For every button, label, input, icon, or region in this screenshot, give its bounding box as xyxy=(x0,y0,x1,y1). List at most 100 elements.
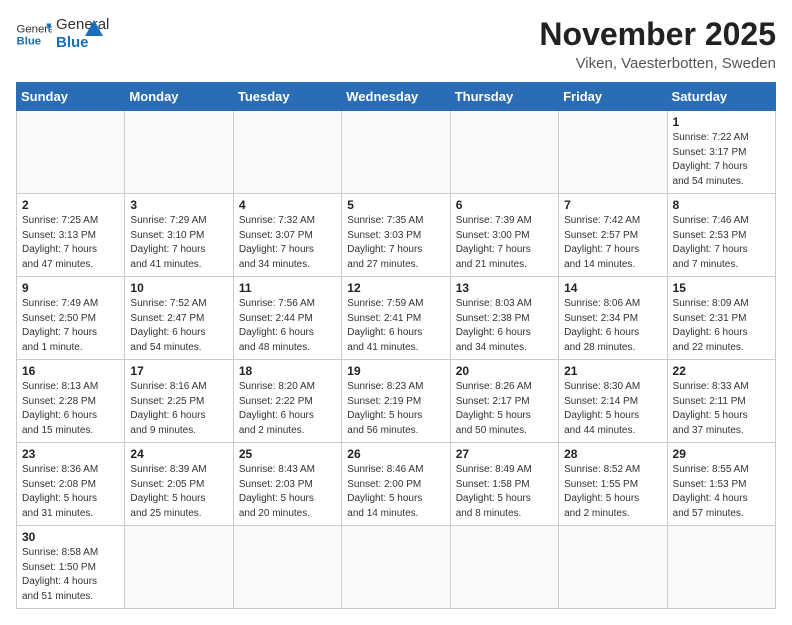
calendar-cell xyxy=(559,111,667,194)
day-number: 7 xyxy=(564,198,661,212)
calendar-subtitle: Viken, Vaesterbotten, Sweden xyxy=(539,55,776,72)
weekday-header-row: SundayMondayTuesdayWednesdayThursdayFrid… xyxy=(17,83,776,111)
day-info: Sunrise: 7:42 AM Sunset: 2:57 PM Dayligh… xyxy=(564,214,661,272)
calendar-cell xyxy=(559,526,667,609)
day-info: Sunrise: 7:32 AM Sunset: 3:07 PM Dayligh… xyxy=(239,214,336,272)
day-info: Sunrise: 8:20 AM Sunset: 2:22 PM Dayligh… xyxy=(239,380,336,438)
day-info: Sunrise: 8:06 AM Sunset: 2:34 PM Dayligh… xyxy=(564,297,661,355)
calendar-cell: 12 Sunrise: 7:59 AM Sunset: 2:41 PM Dayli… xyxy=(342,277,450,360)
day-number: 3 xyxy=(130,198,227,212)
day-number: 24 xyxy=(130,447,227,461)
day-number: 1 xyxy=(673,115,770,129)
day-info: Sunrise: 8:23 AM Sunset: 2:19 PM Dayligh… xyxy=(347,380,444,438)
day-number: 18 xyxy=(239,364,336,378)
calendar-cell: 15Sunrise: 8:09 AM Sunset: 2:31 PM Dayli… xyxy=(667,277,775,360)
calendar-cell: 30Sunrise: 8:58 AM Sunset: 1:50 PM Dayli… xyxy=(17,526,125,609)
calendar-cell: 2 Sunrise: 7:25 AM Sunset: 3:13 PM Daylig… xyxy=(17,194,125,277)
week-row-2: 2 Sunrise: 7:25 AM Sunset: 3:13 PM Daylig… xyxy=(17,194,776,277)
day-number: 9 xyxy=(22,281,119,295)
day-info: Sunrise: 8:26 AM Sunset: 2:17 PM Dayligh… xyxy=(456,380,553,438)
day-number: 26 xyxy=(347,447,444,461)
day-info: Sunrise: 7:56 AM Sunset: 2:44 PM Dayligh… xyxy=(239,297,336,355)
day-number: 10 xyxy=(130,281,227,295)
day-number: 14 xyxy=(564,281,661,295)
calendar-cell: 20Sunrise: 8:26 AM Sunset: 2:17 PM Dayli… xyxy=(450,360,558,443)
calendar-cell: 14 Sunrise: 8:06 AM Sunset: 2:34 PM Dayli… xyxy=(559,277,667,360)
calendar-cell: 8Sunrise: 7:46 AM Sunset: 2:53 PM Daylig… xyxy=(667,194,775,277)
calendar-cell: 7 Sunrise: 7:42 AM Sunset: 2:57 PM Daylig… xyxy=(559,194,667,277)
day-info: Sunrise: 8:46 AM Sunset: 2:00 PM Dayligh… xyxy=(347,463,444,521)
weekday-header-saturday: Saturday xyxy=(667,83,775,111)
day-info: Sunrise: 8:33 AM Sunset: 2:11 PM Dayligh… xyxy=(673,380,770,438)
week-row-5: 23 Sunrise: 8:36 AM Sunset: 2:08 PM Dayli… xyxy=(17,443,776,526)
weekday-header-monday: Monday xyxy=(125,83,233,111)
calendar-cell: 25Sunrise: 8:43 AM Sunset: 2:03 PM Dayli… xyxy=(233,443,341,526)
logo: General Blue General Blue xyxy=(16,16,105,52)
day-number: 21 xyxy=(564,364,661,378)
day-info: Sunrise: 7:59 AM Sunset: 2:41 PM Dayligh… xyxy=(347,297,444,355)
day-info: Sunrise: 8:36 AM Sunset: 2:08 PM Dayligh… xyxy=(22,463,119,521)
day-info: Sunrise: 7:39 AM Sunset: 3:00 PM Dayligh… xyxy=(456,214,553,272)
calendar-cell: 24 Sunrise: 8:39 AM Sunset: 2:05 PM Dayli… xyxy=(125,443,233,526)
calendar-cell: 27Sunrise: 8:49 AM Sunset: 1:58 PM Dayli… xyxy=(450,443,558,526)
logo-icon: General Blue xyxy=(16,20,52,48)
day-info: Sunrise: 8:49 AM Sunset: 1:58 PM Dayligh… xyxy=(456,463,553,521)
calendar-cell: 21 Sunrise: 8:30 AM Sunset: 2:14 PM Dayli… xyxy=(559,360,667,443)
calendar-cell xyxy=(125,526,233,609)
day-info: Sunrise: 8:52 AM Sunset: 1:55 PM Dayligh… xyxy=(564,463,661,521)
calendar-cell xyxy=(125,111,233,194)
day-info: Sunrise: 7:22 AM Sunset: 3:17 PM Dayligh… xyxy=(673,131,770,189)
calendar-cell: 4Sunrise: 7:32 AM Sunset: 3:07 PM Daylig… xyxy=(233,194,341,277)
calendar-title: November 2025 xyxy=(539,16,776,53)
day-number: 2 xyxy=(22,198,119,212)
calendar-cell: 26 Sunrise: 8:46 AM Sunset: 2:00 PM Dayli… xyxy=(342,443,450,526)
week-row-4: 16Sunrise: 8:13 AM Sunset: 2:28 PM Dayli… xyxy=(17,360,776,443)
day-info: Sunrise: 8:13 AM Sunset: 2:28 PM Dayligh… xyxy=(22,380,119,438)
calendar-cell: 13 Sunrise: 8:03 AM Sunset: 2:38 PM Dayli… xyxy=(450,277,558,360)
day-info: Sunrise: 8:39 AM Sunset: 2:05 PM Dayligh… xyxy=(130,463,227,521)
weekday-header-wednesday: Wednesday xyxy=(342,83,450,111)
day-number: 23 xyxy=(22,447,119,461)
day-info: Sunrise: 8:03 AM Sunset: 2:38 PM Dayligh… xyxy=(456,297,553,355)
calendar-cell: 23 Sunrise: 8:36 AM Sunset: 2:08 PM Dayli… xyxy=(17,443,125,526)
calendar-cell xyxy=(450,526,558,609)
calendar-cell: 3 Sunrise: 7:29 AM Sunset: 3:10 PM Daylig… xyxy=(125,194,233,277)
calendar-cell: 17 Sunrise: 8:16 AM Sunset: 2:25 PM Dayli… xyxy=(125,360,233,443)
day-info: Sunrise: 7:35 AM Sunset: 3:03 PM Dayligh… xyxy=(347,214,444,272)
calendar-cell xyxy=(342,526,450,609)
calendar-cell xyxy=(233,111,341,194)
day-number: 6 xyxy=(456,198,553,212)
calendar-table: SundayMondayTuesdayWednesdayThursdayFrid… xyxy=(16,82,776,609)
calendar-cell: 16Sunrise: 8:13 AM Sunset: 2:28 PM Dayli… xyxy=(17,360,125,443)
week-row-1: 1 Sunrise: 7:22 AM Sunset: 3:17 PM Daylig… xyxy=(17,111,776,194)
day-number: 17 xyxy=(130,364,227,378)
day-info: Sunrise: 8:55 AM Sunset: 1:53 PM Dayligh… xyxy=(673,463,770,521)
calendar-cell xyxy=(233,526,341,609)
day-info: Sunrise: 7:29 AM Sunset: 3:10 PM Dayligh… xyxy=(130,214,227,272)
calendar-cell xyxy=(450,111,558,194)
logo-triangle-icon xyxy=(83,18,105,40)
weekday-header-thursday: Thursday xyxy=(450,83,558,111)
title-area: November 2025 Viken, Vaesterbotten, Swed… xyxy=(539,16,776,72)
day-number: 8 xyxy=(673,198,770,212)
day-number: 15 xyxy=(673,281,770,295)
calendar-cell: 6 Sunrise: 7:39 AM Sunset: 3:00 PM Daylig… xyxy=(450,194,558,277)
day-number: 19 xyxy=(347,364,444,378)
day-number: 30 xyxy=(22,530,119,544)
day-info: Sunrise: 8:30 AM Sunset: 2:14 PM Dayligh… xyxy=(564,380,661,438)
calendar-cell: 9Sunrise: 7:49 AM Sunset: 2:50 PM Daylig… xyxy=(17,277,125,360)
weekday-header-sunday: Sunday xyxy=(17,83,125,111)
day-info: Sunrise: 7:52 AM Sunset: 2:47 PM Dayligh… xyxy=(130,297,227,355)
weekday-header-tuesday: Tuesday xyxy=(233,83,341,111)
day-number: 12 xyxy=(347,281,444,295)
calendar-cell xyxy=(667,526,775,609)
day-info: Sunrise: 7:25 AM Sunset: 3:13 PM Dayligh… xyxy=(22,214,119,272)
day-info: Sunrise: 8:16 AM Sunset: 2:25 PM Dayligh… xyxy=(130,380,227,438)
day-number: 5 xyxy=(347,198,444,212)
calendar-cell: 5 Sunrise: 7:35 AM Sunset: 3:03 PM Daylig… xyxy=(342,194,450,277)
calendar-cell: 28Sunrise: 8:52 AM Sunset: 1:55 PM Dayli… xyxy=(559,443,667,526)
calendar-cell: 1 Sunrise: 7:22 AM Sunset: 3:17 PM Daylig… xyxy=(667,111,775,194)
calendar-cell: 19 Sunrise: 8:23 AM Sunset: 2:19 PM Dayli… xyxy=(342,360,450,443)
day-number: 13 xyxy=(456,281,553,295)
day-info: Sunrise: 8:43 AM Sunset: 2:03 PM Dayligh… xyxy=(239,463,336,521)
